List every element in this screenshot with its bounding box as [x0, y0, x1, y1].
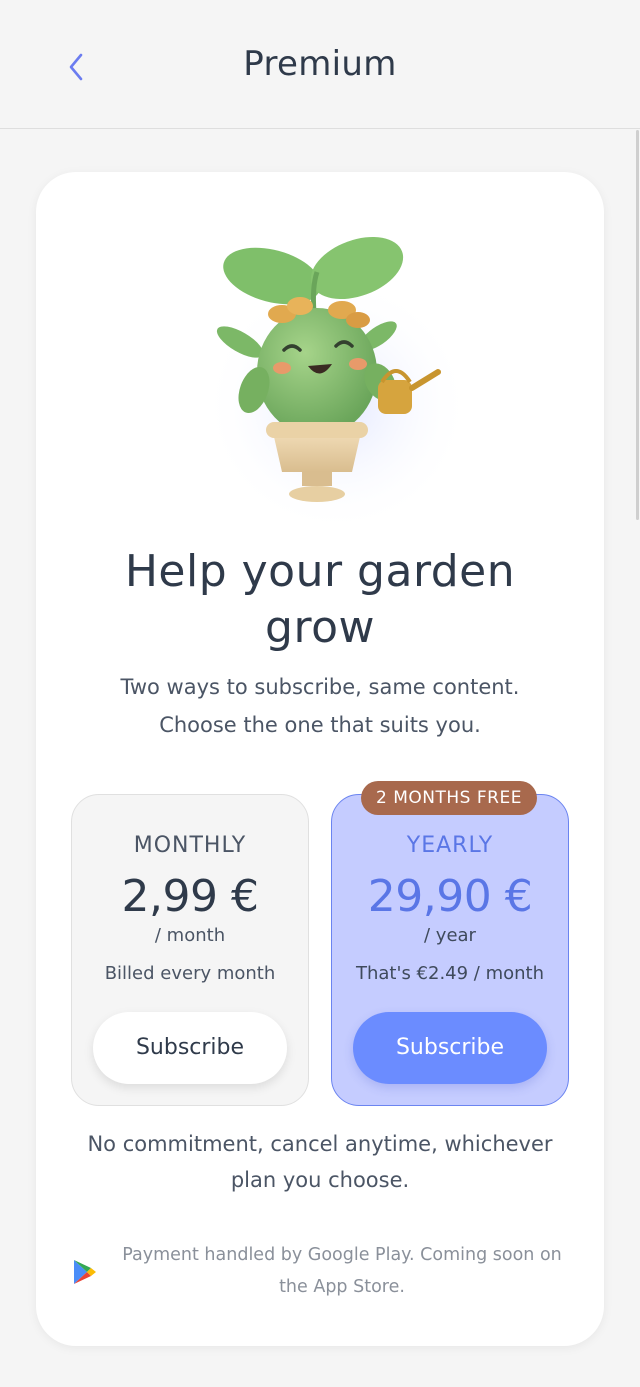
payment-line-2: the App Store. — [279, 1277, 405, 1297]
plan-price: 29,90 € — [367, 871, 533, 922]
plan-price: 2,99 € — [121, 871, 259, 922]
plan-billing-note: That's €2.49 / month — [356, 963, 544, 984]
subtitle: Two ways to subscribe, same content. Cho… — [76, 668, 564, 744]
subscribe-yearly-button[interactable]: Subscribe — [353, 1012, 547, 1084]
top-bar: Premium — [0, 0, 640, 129]
plan-name: MONTHLY — [133, 833, 247, 858]
headline: Help your garden grow — [124, 546, 516, 653]
google-play-icon — [74, 1260, 96, 1284]
payment-line-1: Payment handled by Google Play. Coming s… — [122, 1245, 562, 1265]
commitment-line-2: plan you choose. — [230, 1168, 410, 1192]
payment-note: Payment handled by Google Play. Coming s… — [112, 1239, 572, 1303]
page-title: Premium — [243, 44, 397, 84]
free-months-badge: 2 MONTHS FREE — [361, 781, 537, 815]
plan-period: / month — [154, 925, 226, 946]
monthly-plan-card[interactable]: MONTHLY 2,99 € / month Billed every mont… — [71, 794, 309, 1106]
commitment-line-1: No commitment, cancel anytime, whichever — [87, 1132, 553, 1156]
plan-billing-note: Billed every month — [104, 963, 276, 984]
plant-mascot-illustration — [202, 236, 472, 522]
premium-card: Help your garden grow Two ways to subscr… — [36, 172, 604, 1346]
subtitle-line-2: Choose the one that suits you. — [159, 713, 481, 737]
subtitle-line-1: Two ways to subscribe, same content. — [120, 675, 520, 699]
plan-period: / year — [424, 925, 476, 946]
yearly-plan-card[interactable]: YEARLY 29,90 € / year That's €2.49 / mon… — [331, 794, 569, 1106]
commitment-note: No commitment, cancel anytime, whichever… — [76, 1126, 564, 1198]
subscribe-monthly-button[interactable]: Subscribe — [93, 1012, 287, 1084]
plan-name: YEARLY — [406, 833, 494, 858]
scrollbar[interactable] — [636, 130, 639, 520]
